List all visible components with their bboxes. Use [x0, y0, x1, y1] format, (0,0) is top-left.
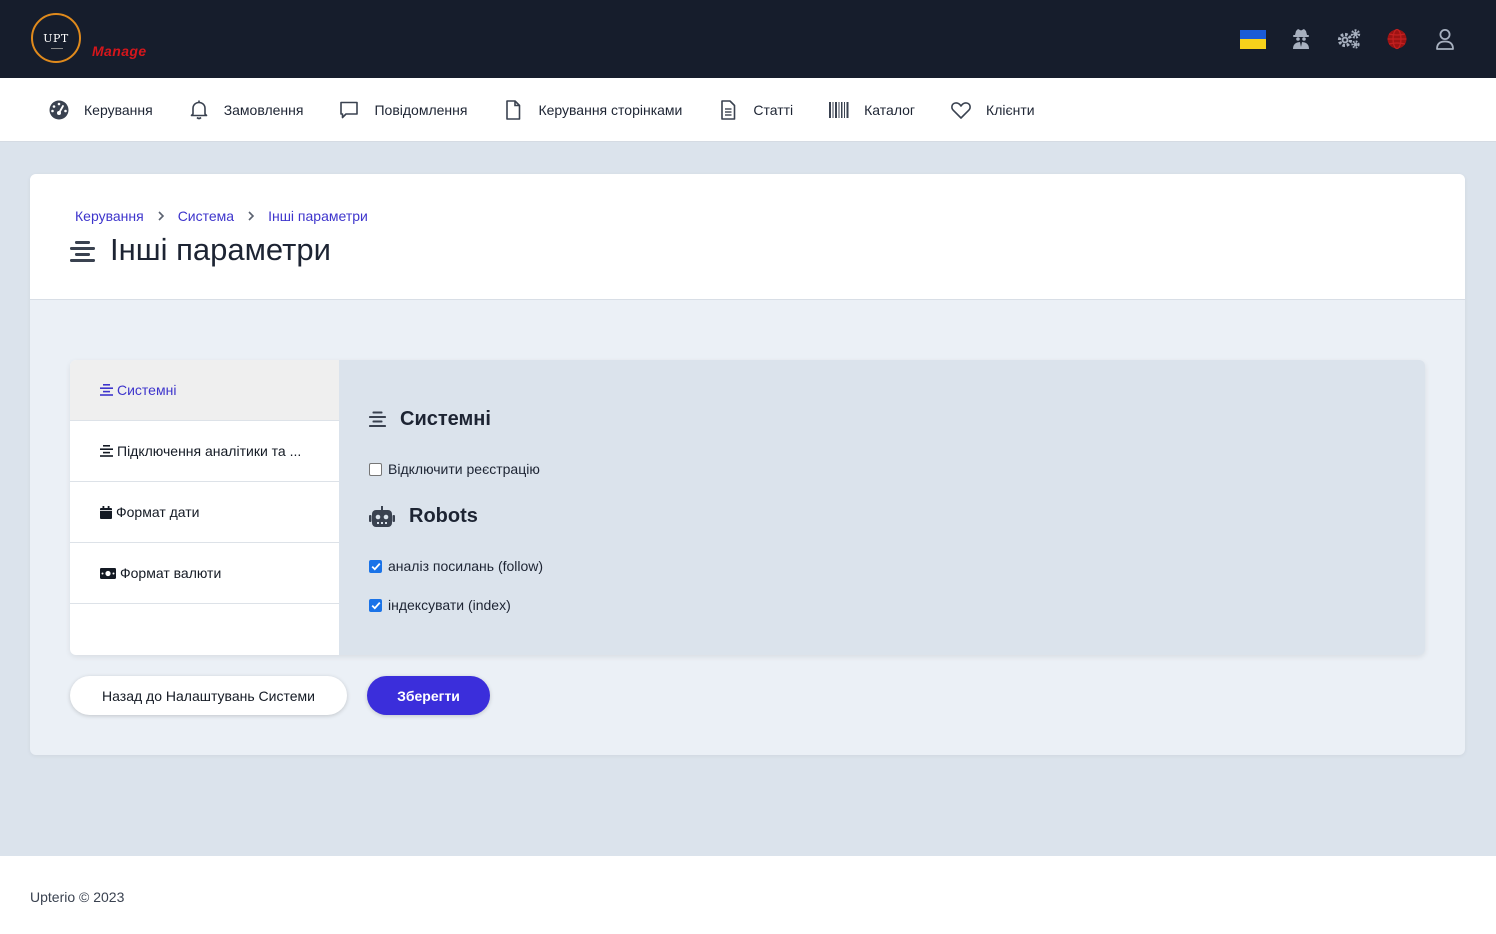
section-system: Системні: [369, 408, 491, 431]
nav-item-label: Статті: [753, 102, 794, 118]
sidebar-item-system[interactable]: Системні: [70, 360, 339, 421]
section-title: Robots: [409, 505, 478, 527]
sidebar-item-label: Формат дати: [116, 504, 200, 520]
nav-item-articles[interactable]: Статті: [717, 99, 793, 121]
chevron-right-icon: [156, 211, 166, 221]
logo-text: UPT: [43, 31, 69, 45]
page-title: Інші параметри: [110, 232, 331, 267]
breadcrumb-dashboard[interactable]: Керування: [75, 208, 144, 224]
logo-divider: [51, 48, 63, 49]
breadcrumb-current[interactable]: Інші параметри: [268, 208, 368, 224]
user-secret-icon[interactable]: [1288, 26, 1314, 52]
globe-icon[interactable]: [1384, 26, 1410, 52]
back-to-settings-button[interactable]: Назад до Налаштувань Системи: [70, 676, 347, 715]
nav-item-label: Каталог: [864, 102, 916, 118]
check-icon: [371, 562, 380, 571]
align-center-icon: [70, 240, 95, 269]
nav-item-label: Керування сторінками: [538, 102, 683, 118]
breadcrumb: Керування Система Інші параметри: [75, 208, 368, 224]
bell-icon: [190, 100, 207, 120]
heart-icon: [951, 102, 971, 119]
sidebar-item-analytics[interactable]: Підключення аналітики та ...: [70, 421, 339, 482]
align-center-icon: [369, 411, 386, 427]
page-header: Керування Система Інші параметри Інші па…: [30, 174, 1465, 300]
check-icon: [371, 601, 380, 610]
section-title: Системні: [400, 408, 491, 430]
brand-name: Manage: [92, 43, 147, 59]
checkbox-label: аналіз посилань (follow): [388, 558, 544, 574]
follow-option[interactable]: аналіз посилань (follow): [369, 558, 543, 574]
settings-sidebar: Системні Підключення аналітики та ... Фо…: [70, 360, 339, 655]
file-lines-icon: [721, 100, 736, 120]
section-robots: Robots: [369, 505, 478, 528]
nav-item-orders[interactable]: Замовлення: [188, 99, 304, 121]
barcode-icon: [829, 102, 849, 118]
nav-item-label: Керування: [84, 102, 153, 118]
disable-registration-checkbox[interactable]: [369, 462, 382, 476]
sidebar-item-date-format[interactable]: Формат дати: [70, 482, 339, 543]
nav-item-label: Повідомлення: [374, 102, 468, 118]
nav-item-clients[interactable]: Клієнти: [950, 99, 1035, 121]
main-card: Керування Система Інші параметри Інші па…: [30, 174, 1465, 755]
checkbox-label: індексувати (index): [388, 597, 511, 613]
sidebar-item-label: Підключення аналітики та ...: [117, 443, 302, 459]
align-center-icon: [100, 384, 113, 396]
file-icon: [506, 100, 521, 120]
nav-item-label: Замовлення: [223, 102, 304, 118]
nav-item-messages[interactable]: Повідомлення: [338, 99, 467, 121]
money-bill-icon: [100, 567, 116, 579]
ukraine-flag-icon[interactable]: [1240, 26, 1266, 52]
logo[interactable]: UPT: [31, 13, 81, 63]
robot-icon: [369, 505, 395, 527]
calendar-icon: [100, 505, 112, 519]
settings-content: Системні Відключити реєстрацію Robots ан…: [339, 360, 1425, 655]
chevron-right-icon: [246, 211, 256, 221]
cogs-icon[interactable]: [1336, 26, 1362, 52]
main-nav: Керування Замовлення Повідомлення Керува…: [0, 78, 1496, 142]
comment-icon: [340, 101, 359, 119]
follow-checkbox[interactable]: [369, 559, 382, 573]
sidebar-item-label: Системні: [117, 382, 177, 398]
sidebar-item-label: Формат валюти: [120, 565, 222, 581]
nav-item-pages[interactable]: Керування сторінками: [502, 99, 682, 121]
nav-item-catalog[interactable]: Каталог: [828, 99, 915, 121]
footer-copyright: Upterio © 2023: [30, 889, 125, 905]
dashboard-icon: [49, 100, 69, 120]
footer: Upterio © 2023: [0, 856, 1496, 934]
nav-item-dashboard[interactable]: Керування: [48, 99, 153, 121]
top-bar: UPT Manage: [0, 0, 1496, 78]
index-checkbox[interactable]: [369, 598, 382, 612]
nav-item-label: Клієнти: [986, 102, 1035, 118]
checkbox-label: Відключити реєстрацію: [388, 461, 540, 477]
user-icon[interactable]: [1432, 26, 1458, 52]
sidebar-item-currency-format[interactable]: Формат валюти: [70, 543, 339, 604]
top-icons: [1240, 26, 1458, 52]
disable-registration-option[interactable]: Відключити реєстрацію: [369, 461, 540, 477]
save-button[interactable]: Зберегти: [367, 676, 490, 715]
align-center-icon: [100, 445, 113, 457]
settings-panel: Системні Підключення аналітики та ... Фо…: [70, 360, 1425, 655]
breadcrumb-system[interactable]: Система: [178, 208, 234, 224]
index-option[interactable]: індексувати (index): [369, 597, 511, 613]
